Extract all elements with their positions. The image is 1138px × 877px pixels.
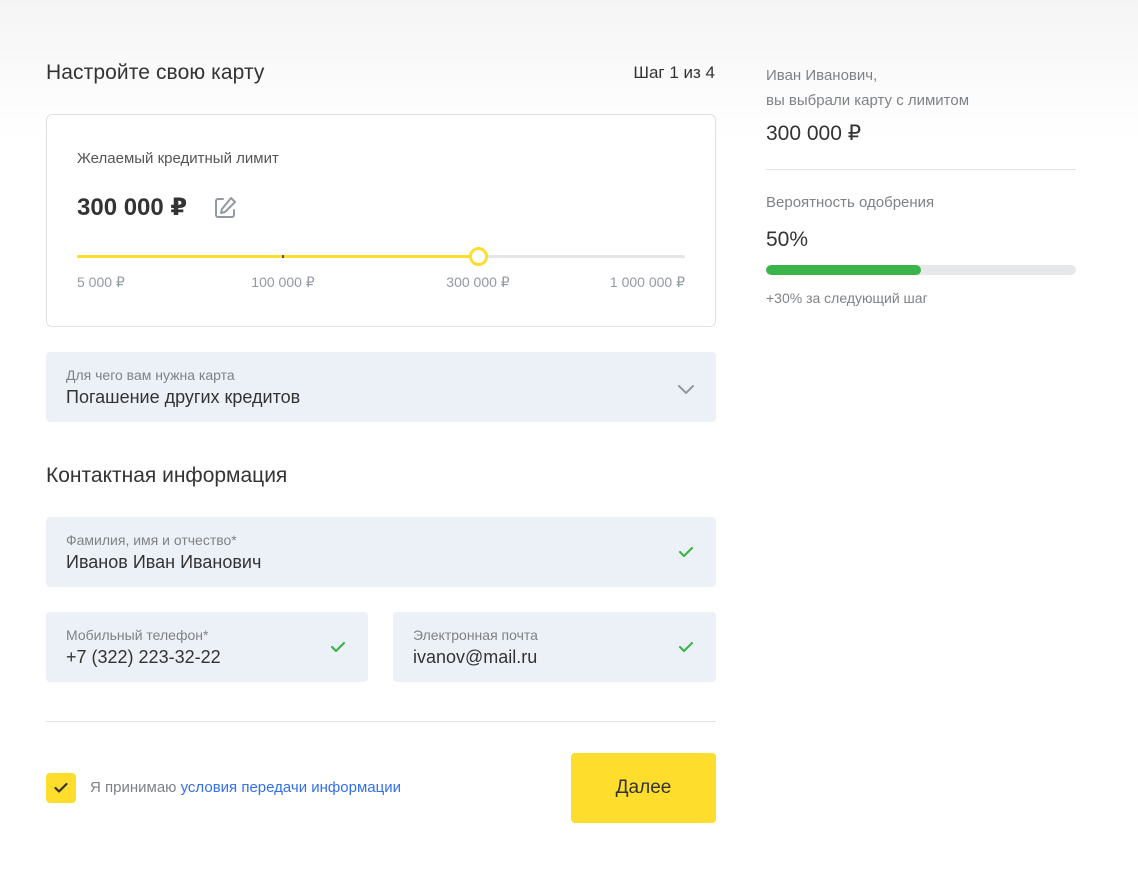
- credit-limit-slider[interactable]: [77, 247, 685, 266]
- full-name-label: Фамилия, имя и отчество*: [66, 532, 237, 548]
- approval-value: 50%: [766, 228, 809, 251]
- summary-limit: 300 000 ₽: [766, 122, 862, 145]
- full-name-field[interactable]: Фамилия, имя и отчество* Иванов Иван Ива…: [46, 517, 716, 587]
- approval-label: Вероятность одобрения: [766, 194, 935, 211]
- contact-section-title: Контактная информация: [46, 464, 288, 487]
- approval-hint: +30% за следующий шаг: [766, 290, 928, 306]
- consent-terms-link[interactable]: условия передачи информации: [181, 779, 401, 796]
- phone-label: Мобильный телефон*: [66, 627, 209, 643]
- edit-icon[interactable]: [212, 195, 238, 221]
- slider-mark-300000: 300 000 ₽: [446, 274, 510, 290]
- email-field[interactable]: Электронная почта ivanov@mail.ru: [393, 612, 716, 682]
- full-name-value: Иванов Иван Иванович: [66, 552, 262, 572]
- credit-limit-label: Желаемый кредитный лимит: [77, 150, 279, 167]
- consent-label: Я принимаю: [90, 779, 177, 796]
- purpose-select-label: Для чего вам нужна карта: [66, 367, 235, 383]
- approval-progress-fill: [766, 265, 921, 275]
- check-icon: [678, 640, 694, 654]
- summary-greeting: Иван Иванович, вы выбрали карту с лимито…: [766, 63, 969, 113]
- slider-mark-min: 5 000 ₽: [77, 274, 125, 290]
- credit-limit-card: Желаемый кредитный лимит 300 000 ₽ 5 000…: [46, 114, 716, 327]
- email-label: Электронная почта: [413, 627, 538, 643]
- approval-progress-bar: [766, 265, 1076, 275]
- checkmark-icon: [54, 782, 68, 793]
- slider-fill: [77, 255, 478, 258]
- check-icon: [330, 640, 346, 654]
- summary-divider: [766, 169, 1076, 170]
- slider-mark-100000: 100 000 ₽: [251, 274, 315, 290]
- purpose-select-value: Погашение других кредитов: [66, 387, 301, 407]
- summary-greeting-name: Иван Иванович,: [766, 67, 878, 84]
- credit-limit-value: 300 000 ₽: [77, 194, 188, 221]
- consent-checkbox[interactable]: [46, 773, 76, 803]
- check-icon: [678, 545, 694, 559]
- form-divider: [46, 721, 716, 722]
- email-value: ivanov@mail.ru: [413, 647, 538, 667]
- phone-value: +7 (322) 223-32-22: [66, 647, 221, 667]
- slider-tick: [282, 255, 284, 258]
- next-button[interactable]: Далее: [571, 753, 716, 823]
- step-indicator: Шаг 1 из 4: [633, 63, 715, 82]
- slider-thumb[interactable]: [469, 247, 488, 266]
- purpose-select[interactable]: Для чего вам нужна карта Погашение други…: [46, 352, 716, 422]
- phone-field[interactable]: Мобильный телефон* +7 (322) 223-32-22: [46, 612, 368, 682]
- slider-labels: 5 000 ₽ 100 000 ₽ 300 000 ₽ 1 000 000 ₽: [77, 274, 685, 292]
- page-title: Настройте свою карту: [46, 61, 265, 84]
- summary-greeting-text: вы выбрали карту с лимитом: [766, 92, 970, 109]
- slider-mark-max: 1 000 000 ₽: [609, 274, 685, 290]
- consent-text: Я принимаю условия передачи информации: [90, 779, 401, 796]
- chevron-down-icon: [678, 382, 694, 394]
